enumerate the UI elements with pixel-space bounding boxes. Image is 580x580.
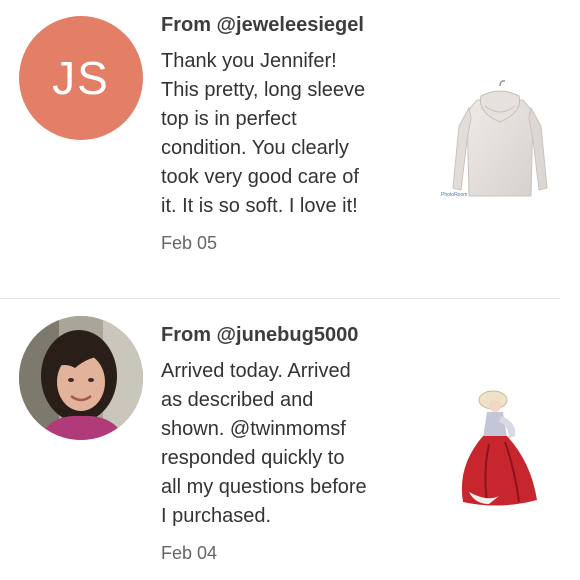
review-date: Feb 04 xyxy=(161,543,218,563)
avatar[interactable] xyxy=(19,316,143,440)
review-date: Feb 05 xyxy=(161,233,218,253)
review-text-line: responded quickly to xyxy=(161,447,345,469)
review-text-line: This pretty, long sleeve xyxy=(161,79,366,101)
review-text-line: it. It is so soft. I love it! xyxy=(161,195,358,217)
review-text: Arrived today. Arrived as described and … xyxy=(161,357,423,531)
sweater-image xyxy=(452,80,548,197)
review-author[interactable]: From @junebug5000 xyxy=(161,324,423,347)
review-text-line: as described and xyxy=(161,389,314,411)
avatar-photo xyxy=(19,316,143,440)
review-text-line: Thank you Jennifer! xyxy=(161,50,337,72)
avatar-initials: JS xyxy=(52,52,110,104)
review-text-line: I purchased. xyxy=(161,505,272,527)
review-author[interactable]: From @jeweleesiegel xyxy=(161,14,423,37)
review-text-line: took very good care of xyxy=(161,166,359,188)
divider xyxy=(0,298,560,299)
review-text-line: condition. You clearly xyxy=(161,137,349,159)
review-text-line: top is in perfect xyxy=(161,108,297,130)
product-thumbnail[interactable]: PhotoRoom xyxy=(439,78,561,202)
avatar[interactable]: JS xyxy=(19,16,143,140)
photo-watermark: PhotoRoom xyxy=(441,192,468,198)
figurine-image xyxy=(461,390,537,506)
review-text-line: all my questions before xyxy=(161,476,367,498)
review-card: JS From @jeweleesiegel Thank you Jennife… xyxy=(0,0,580,298)
product-thumbnail[interactable] xyxy=(439,386,561,510)
review-text: Thank you Jennifer! This pretty, long sl… xyxy=(161,47,423,221)
reviews-feed: JS From @jeweleesiegel Thank you Jennife… xyxy=(0,0,580,580)
review-content: From @junebug5000 Arrived today. Arrived… xyxy=(161,324,423,564)
review-text-line: shown. @twinmomsf xyxy=(161,418,346,440)
review-card: From @junebug5000 Arrived today. Arrived… xyxy=(0,300,580,580)
review-content: From @jeweleesiegel Thank you Jennifer! … xyxy=(161,14,423,254)
review-text-line: Arrived today. Arrived xyxy=(161,360,351,382)
